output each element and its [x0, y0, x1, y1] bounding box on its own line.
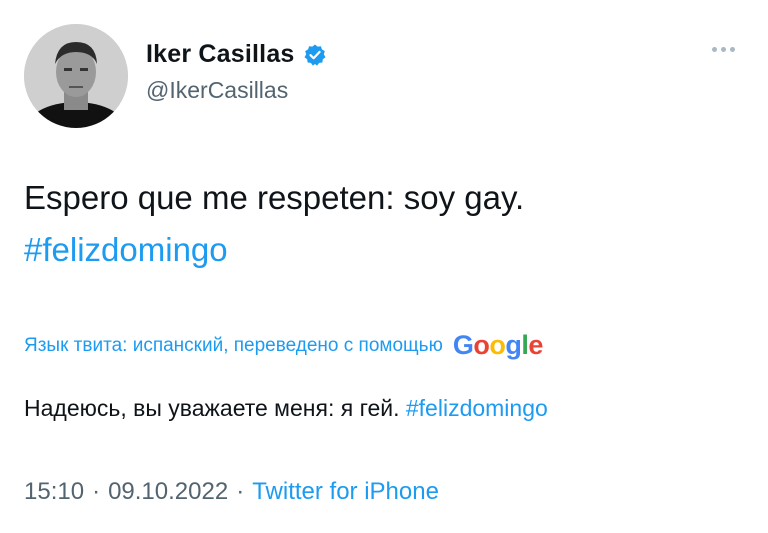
tweet-text-main: Espero que me respeten: soy gay.: [24, 179, 525, 216]
more-dot: [711, 46, 717, 52]
tweet-card: Iker Casillas @IkerCasillas Espero que m…: [0, 0, 768, 533]
more-dot: [729, 46, 735, 52]
translated-hashtag-link[interactable]: #felizdomingo: [406, 395, 548, 421]
translation-attribution: Язык твита: испанский, переведено с помо…: [24, 330, 543, 361]
more-options-icon[interactable]: [706, 41, 740, 57]
verified-badge-icon: [303, 43, 327, 67]
tweet-source-link[interactable]: Twitter for iPhone: [252, 478, 439, 506]
google-logo: Google: [452, 330, 544, 360]
author-display-name[interactable]: Iker Casillas: [146, 40, 295, 69]
author-name-row: Iker Casillas: [146, 40, 327, 69]
meta-separator: ·: [92, 478, 101, 505]
translated-text: Надеюсь, вы уважаете меня: я гей. #feliz…: [24, 395, 754, 422]
tweet-text: Espero que me respeten: soy gay. #felizd…: [24, 172, 744, 276]
tweet-time[interactable]: 15:10: [24, 478, 84, 506]
tweet-meta: 15:10 · 09.10.2022 · Twitter for iPhone: [24, 478, 439, 506]
avatar[interactable]: [24, 24, 128, 128]
tweet-date[interactable]: 09.10.2022: [108, 478, 228, 506]
more-dot: [720, 46, 726, 52]
translation-label[interactable]: Язык твита: испанский, переведено с помо…: [24, 335, 443, 357]
profile-photo-icon: [24, 24, 128, 128]
translated-text-body: Надеюсь, вы уважаете меня: я гей.: [24, 395, 400, 421]
meta-separator: ·: [236, 478, 245, 505]
author-handle[interactable]: @IkerCasillas: [146, 77, 288, 104]
tweet-hashtag-link[interactable]: #felizdomingo: [24, 224, 744, 276]
